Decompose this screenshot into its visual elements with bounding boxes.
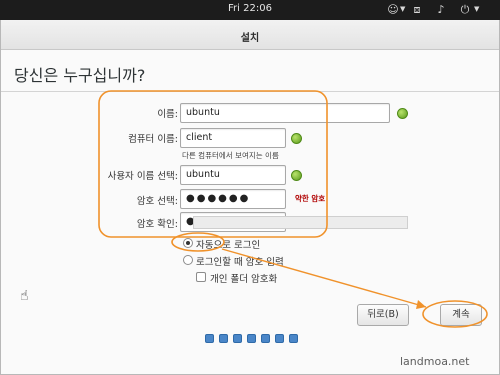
step-dot xyxy=(247,334,256,343)
password-strength: 약한 암호 xyxy=(295,194,326,203)
name-label: 이름: xyxy=(157,109,178,120)
watermark: landmoa.net xyxy=(400,355,470,368)
require-password-radio[interactable] xyxy=(183,255,193,265)
step-dot xyxy=(205,334,214,343)
continue-button[interactable]: 계속 xyxy=(440,304,482,326)
auto-login-radio[interactable] xyxy=(183,238,193,248)
auto-login-row-highlight xyxy=(193,216,408,229)
volume-icon[interactable]: ♪ xyxy=(434,3,448,17)
password-label: 암호 선택: xyxy=(136,196,178,207)
confirm-password-label: 암호 확인: xyxy=(136,219,178,230)
chevron-down-icon[interactable]: ▼ xyxy=(400,5,409,14)
password-field[interactable]: ●●●●●● xyxy=(180,189,286,209)
step-dot xyxy=(289,334,298,343)
page-title: 당신은 누구십니까? xyxy=(14,66,146,85)
window-titlebar: 설치 xyxy=(1,20,499,50)
window-title: 설치 xyxy=(240,33,260,44)
power-icon[interactable]: ⏻ xyxy=(458,3,472,17)
back-button[interactable]: 뒤로(B) xyxy=(357,304,409,326)
step-dot xyxy=(261,334,270,343)
name-field[interactable]: ubuntu xyxy=(180,103,390,123)
check-ok-icon xyxy=(397,108,408,119)
encrypt-home-label[interactable]: 개인 폴더 암호화 xyxy=(210,271,277,285)
username-field[interactable]: ubuntu xyxy=(180,165,286,185)
accessibility-icon[interactable]: ☺ xyxy=(386,3,400,17)
top-panel: Fri 22:06 ☺ ▼ ⧈ ♪ ⏻ ▼ xyxy=(0,0,500,20)
computer-name-label: 컴퓨터 이름: xyxy=(128,134,178,145)
encrypt-home-checkbox[interactable] xyxy=(196,272,206,282)
network-icon[interactable]: ⧈ xyxy=(410,3,424,17)
require-password-label[interactable]: 로그인할 때 암호 입력 xyxy=(196,254,284,268)
check-ok-icon xyxy=(291,170,302,181)
hand-cursor-icon: ☝ xyxy=(20,288,29,304)
computer-name-field[interactable]: client xyxy=(180,128,286,148)
step-dot xyxy=(219,334,228,343)
chevron-down-icon[interactable]: ▼ xyxy=(474,5,483,14)
step-dot xyxy=(275,334,284,343)
computer-name-hint: 다른 컴퓨터에서 보여지는 이름 xyxy=(182,151,279,160)
step-dot xyxy=(233,334,242,343)
username-label: 사용자 이름 선택: xyxy=(107,171,178,182)
auto-login-label[interactable]: 자동으로 로그인 xyxy=(196,237,260,251)
clock[interactable]: Fri 22:06 xyxy=(0,3,500,14)
divider xyxy=(1,91,499,92)
check-ok-icon xyxy=(291,133,302,144)
